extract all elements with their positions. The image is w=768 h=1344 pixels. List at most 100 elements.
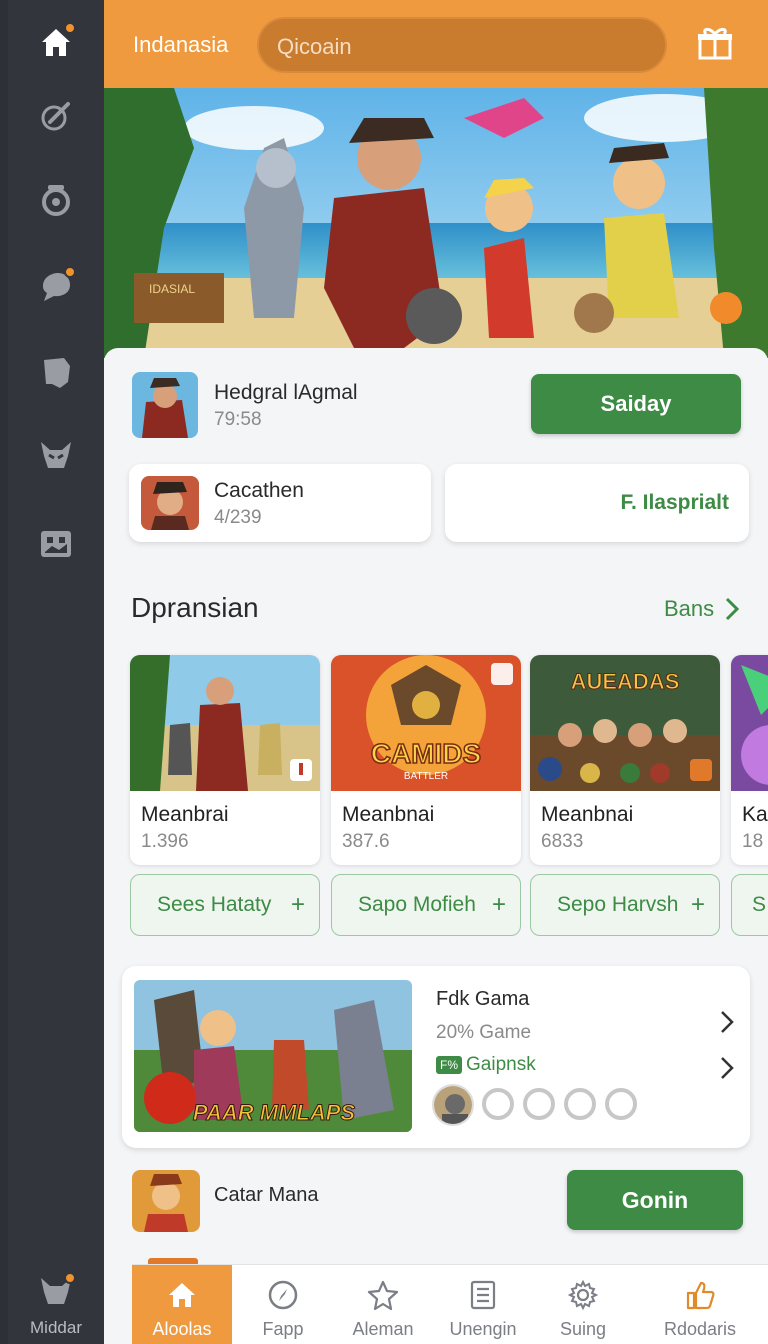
see-all-label: Bans [664,596,715,621]
game-count: 387.6 [342,831,390,852]
empty-slot[interactable] [605,1088,637,1120]
search-input[interactable]: Qicoain [257,17,667,73]
featured-tag: F% Gaipnsk [436,1054,536,1076]
game-card[interactable]: Kar 18 [731,655,768,865]
nav-label: Aloolas [152,1319,212,1339]
game-count: 1.396 [141,831,189,852]
plus-icon: + [290,891,305,918]
notification-dot [64,266,76,278]
top-bar: Indanasia Qicoain [104,0,768,88]
featured-title: Fdk Gama [436,988,530,1010]
sidebar: Middar [8,0,104,1344]
sidebar-bottom-label[interactable]: Middar [8,1318,104,1338]
notification-dot [64,1272,76,1284]
game-art-title: CAMIDS [371,738,481,769]
home-icon[interactable] [36,22,76,62]
svg-text:IDASIAL: IDASIAL [149,282,195,296]
featured-game-card[interactable]: PAAR MMLAPS Fdk Gama 20% Game F% Gaipnsk [122,966,750,1148]
gallery-icon[interactable] [36,524,76,564]
star-icon [367,1280,399,1311]
game-card[interactable]: Meanbrai 1.396 [130,655,320,865]
add-game-label: S [752,893,767,916]
add-game-button[interactable]: Sapo Mofieh + [331,874,521,936]
bottom-nav: Aloolas Fapp Aleman Unengin Suing Rdodar… [132,1264,768,1344]
nav-label: Fapp [262,1319,304,1339]
game-name: Kar [742,803,768,826]
featured-subtitle: 20% Game [436,1022,532,1043]
nav-item-explore[interactable]: Fapp [232,1265,334,1344]
game-name: Meanbrai [141,803,229,826]
featured-game-art: PAAR MMLAPS [134,980,412,1132]
add-game-button[interactable]: Sees Hataty + [130,874,320,936]
main-content: Indanasia Qicoain IDASIAL Hedgral lAgmal… [104,0,768,1344]
game-art: AUEADAS [530,655,720,791]
game-card[interactable]: AUEADAS Meanbnai 6833 [530,655,720,865]
list-icon [470,1280,496,1310]
nav-item-rewards[interactable]: Rdodaris [632,1265,768,1344]
nav-label: Suing [559,1319,607,1339]
game-count: 18 [742,831,764,852]
chevron-right-icon [726,597,740,621]
shield-icon[interactable] [36,352,76,392]
empty-slot[interactable] [523,1088,555,1120]
search-placeholder: Qicoain [277,34,352,59]
gamepad-icon[interactable] [36,180,76,220]
compass-icon [268,1280,298,1310]
game-thumbnail[interactable] [132,1170,200,1232]
nav-label: Rdodaris [663,1319,737,1339]
action-card-label: F. Ilasprialt [620,491,729,514]
list-item-subtitle: 4/239 [214,507,262,528]
add-game-button[interactable]: Sepo Harvsh + [530,874,720,936]
chat-icon[interactable] [36,266,76,306]
list-item-subtitle: 79:58 [214,409,262,430]
nav-label: Aleman [352,1319,414,1339]
creature-icon[interactable] [36,436,76,476]
featured-tag-label: Gaipnsk [466,1054,536,1075]
notification-dot [64,22,76,34]
nav-label: Unengin [449,1319,517,1339]
gift-icon[interactable] [694,22,736,64]
nav-item-home[interactable]: Aloolas [132,1265,232,1344]
game-name: Meanbnai [541,803,634,826]
gear-icon [567,1279,599,1311]
nav-item-favorites[interactable]: Aleman [334,1265,432,1344]
nav-item-settings[interactable]: Suing [534,1265,632,1344]
add-game-button[interactable]: S [731,874,768,936]
list-item-title: Hedgral lAgmal [214,381,358,404]
game-art [731,655,768,791]
list-card[interactable]: Cacathen 4/239 [129,464,431,542]
game-art-title: AUEADAS [571,669,680,694]
game-card[interactable]: CAMIDS BATTLER Meanbnai 387.6 [331,655,521,865]
featured-tag-badge: F% [436,1056,462,1074]
plus-icon: + [491,891,506,918]
game-thumbnail[interactable] [132,372,198,438]
featured-art-title: PAAR MMLAPS [193,1100,355,1125]
add-game-label: Sees Hataty [157,893,272,916]
avatar[interactable] [432,1084,474,1126]
game-thumbnail [141,476,199,530]
chevron-right-icon[interactable] [720,1010,734,1034]
list-item-title: Cacathen [214,479,304,502]
add-game-label: Sepo Harvsh [557,893,679,916]
game-art: CAMIDS BATTLER [331,655,521,791]
brand-title: Indanasia [133,32,229,57]
saiday-button[interactable]: Saiday [531,374,741,434]
game-count: 6833 [541,831,584,852]
brush-icon[interactable] [36,96,76,136]
see-all-link[interactable]: Bans [664,596,740,622]
thumb-up-icon [686,1281,715,1310]
hero-banner[interactable]: IDASIAL [104,88,768,358]
empty-slot[interactable] [482,1088,514,1120]
list-item-title: Catar Mana [214,1184,319,1206]
home-icon [169,1283,195,1307]
section-title: Dpransian [131,592,259,623]
chevron-right-icon[interactable] [720,1056,734,1080]
action-card[interactable]: F. Ilasprialt [445,464,749,542]
game-art [130,655,320,791]
empty-slot[interactable] [564,1088,596,1120]
gonin-button[interactable]: Gonin [567,1170,743,1230]
nav-item-list[interactable]: Unengin [432,1265,534,1344]
profile-icon[interactable] [36,1272,76,1312]
add-game-label: Sapo Mofieh [358,893,476,916]
game-name: Meanbnai [342,803,435,826]
